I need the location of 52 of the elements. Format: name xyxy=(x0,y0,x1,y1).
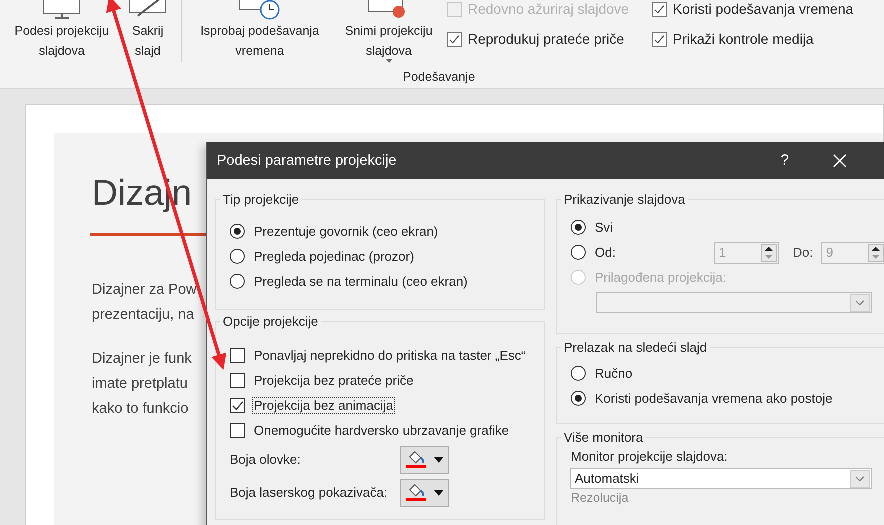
caret-icon xyxy=(434,490,444,496)
group-label: Tip projekcije xyxy=(222,192,300,207)
radio-button[interactable]: Svi xyxy=(571,215,614,240)
radio-button[interactable]: Od: xyxy=(571,240,616,265)
ribbon-button[interactable]: Isprobaj podešavanja vremena xyxy=(187,0,333,61)
ribbon-button[interactable]: Snimi projekciju slajdova xyxy=(333,0,445,63)
paint-bucket-icon xyxy=(407,484,425,498)
color-picker-button[interactable] xyxy=(400,446,449,474)
group-label: Prelazak na sledeći slajd xyxy=(563,340,708,355)
slide-text: Dizajner je funk xyxy=(92,350,192,369)
field-label: Rezolucija xyxy=(571,491,630,505)
check-icon xyxy=(654,4,665,14)
checkbox[interactable]: Koristi podešavanja vremena xyxy=(652,1,854,17)
checkbox[interactable]: Prikaži kontrole medija xyxy=(652,31,854,47)
group-label: Opcije projekcije xyxy=(222,314,320,329)
slide-text: imate pretplatu xyxy=(92,375,189,394)
radio-button[interactable]: Prezentuje govornik (ceo ekran) xyxy=(230,219,544,244)
field-label: Do: xyxy=(792,245,814,260)
slide-text: Dizajner za Pow xyxy=(92,281,197,300)
paint-bucket-icon xyxy=(407,451,425,465)
dialog-title: Podesi parametre projekcije xyxy=(217,152,397,168)
spin-arrows-icon xyxy=(868,244,884,262)
check-icon xyxy=(654,34,665,44)
help-button[interactable]: ? xyxy=(776,152,794,169)
radio-button[interactable]: Pregleda pojedinac (prozor) xyxy=(230,244,544,269)
slide-text: prezentaciju, na xyxy=(92,306,196,325)
spin-arrows-icon xyxy=(760,244,777,262)
checkbox[interactable]: Onemogućite hardversko ubrzavanje grafike xyxy=(230,418,544,443)
check-icon xyxy=(449,34,460,44)
checkbox[interactable]: Reprodukuj prateće priče xyxy=(447,31,652,47)
close-icon[interactable] xyxy=(833,154,848,168)
field-label: Boja olovke: xyxy=(230,452,302,467)
checkbox[interactable]: Projekcija bez animacija xyxy=(230,393,544,418)
group-label: Prikazivanje slajdova xyxy=(563,192,686,207)
checkbox[interactable]: Ponavljaj neprekidno do pritiska na taster „Esc“ xyxy=(230,343,544,368)
field-label: Boja laserskog pokazivača: xyxy=(230,485,389,500)
dropdown[interactable]: Automatski xyxy=(570,468,872,489)
radio-button[interactable]: Pregleda se na terminalu (ceo ekran) xyxy=(230,269,544,294)
radio-button[interactable]: Koristi podešavanja vremena ako postoje xyxy=(571,386,884,411)
ribbon-button[interactable]: Podesi projekciju slajdova xyxy=(4,0,120,61)
group-label: Podešavanje xyxy=(403,70,476,84)
checkbox[interactable]: Projekcija bez prateće priče xyxy=(230,368,544,393)
group-label: Više monitora xyxy=(563,430,644,445)
radio-button[interactable]: Ručno xyxy=(571,361,884,386)
chevron-down-icon xyxy=(850,470,870,488)
ribbon-button[interactable]: Sakrij slajd xyxy=(120,0,176,61)
caret-icon xyxy=(434,456,444,462)
color-picker-button[interactable] xyxy=(400,478,449,506)
check-icon xyxy=(232,400,244,410)
chevron-down-icon xyxy=(850,294,870,312)
field-label: Monitor projekcije slajdova: xyxy=(571,449,729,464)
slide-text: kako to funkcio xyxy=(92,400,190,419)
